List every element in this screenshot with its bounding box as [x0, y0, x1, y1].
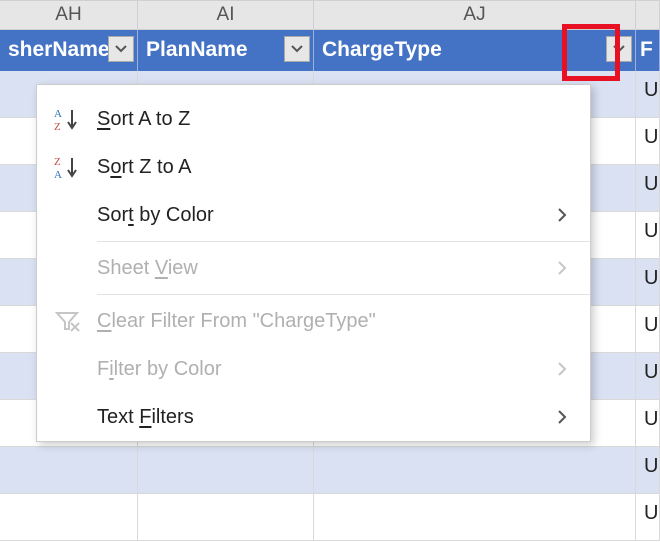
chevron-right-icon [550, 260, 574, 276]
chevron-down-icon [291, 45, 303, 53]
filter-dropdown-menu: A Z Sort A to Z Z A Sort Z to A Sort by … [36, 84, 591, 442]
header-label: ChargeType [322, 38, 442, 61]
cell[interactable]: U [636, 306, 660, 352]
column-letter-row: AH AI AJ [0, 0, 660, 30]
header-label: sherName [8, 38, 110, 61]
header-cell-next[interactable]: F [636, 30, 660, 71]
menu-item-text-filters[interactable]: Text Filters [37, 393, 590, 441]
cell[interactable]: U [636, 447, 660, 493]
menu-item-filter-by-color: Filter by Color [37, 345, 590, 393]
chevron-down-icon [115, 45, 127, 53]
cell[interactable]: U [636, 71, 660, 117]
svg-text:Z: Z [54, 156, 61, 168]
svg-text:Z: Z [54, 121, 61, 132]
cell[interactable]: U [636, 400, 660, 446]
menu-label: Sort by Color [97, 204, 550, 227]
menu-label: Text Filters [97, 406, 550, 429]
filter-dropdown-button[interactable] [284, 36, 310, 62]
menu-item-sort-za[interactable]: Z A Sort Z to A [37, 143, 590, 191]
chevron-right-icon [550, 207, 574, 223]
menu-item-sort-az[interactable]: A Z Sort A to Z [37, 95, 590, 143]
menu-label: Filter by Color [97, 358, 550, 381]
table-row[interactable]: U [0, 447, 660, 494]
filter-dropdown-button[interactable] [606, 36, 632, 62]
menu-item-sheet-view: Sheet View [37, 244, 590, 292]
col-letter-next[interactable] [636, 1, 660, 29]
cell[interactable]: U [636, 494, 660, 540]
filter-dropdown-button[interactable] [108, 36, 134, 62]
header-label: F [640, 38, 653, 61]
cell[interactable]: U [636, 353, 660, 399]
svg-text:A: A [54, 108, 62, 120]
chevron-right-icon [550, 361, 574, 377]
table-row[interactable]: U [0, 494, 660, 541]
menu-separator [97, 294, 590, 295]
menu-item-sort-by-color[interactable]: Sort by Color [37, 191, 590, 239]
cell[interactable]: U [636, 118, 660, 164]
sort-za-icon: Z A [37, 154, 97, 180]
col-letter-ai[interactable]: AI [138, 1, 314, 29]
menu-label: Clear Filter From "ChargeType" [97, 310, 574, 333]
chevron-right-icon [550, 409, 574, 425]
cell[interactable]: U [636, 212, 660, 258]
header-cell-ai[interactable]: PlanName [138, 30, 314, 71]
table-header-row: sherName PlanName ChargeType F [0, 30, 660, 71]
header-cell-ah[interactable]: sherName [0, 30, 138, 71]
col-letter-aj[interactable]: AJ [314, 1, 636, 29]
chevron-down-icon [613, 45, 625, 53]
header-cell-aj[interactable]: ChargeType [314, 30, 636, 71]
header-label: PlanName [146, 38, 248, 61]
clear-filter-icon [37, 309, 97, 333]
sort-az-icon: A Z [37, 106, 97, 132]
cell[interactable]: U [636, 165, 660, 211]
cell[interactable]: U [636, 259, 660, 305]
menu-separator [97, 241, 590, 242]
menu-label: Sort Z to A [97, 156, 574, 179]
col-letter-ah[interactable]: AH [0, 1, 138, 29]
svg-text:A: A [54, 169, 62, 180]
menu-label: Sheet View [97, 257, 550, 280]
menu-item-clear-filter: Clear Filter From "ChargeType" [37, 297, 590, 345]
menu-label: Sort A to Z [97, 108, 574, 131]
